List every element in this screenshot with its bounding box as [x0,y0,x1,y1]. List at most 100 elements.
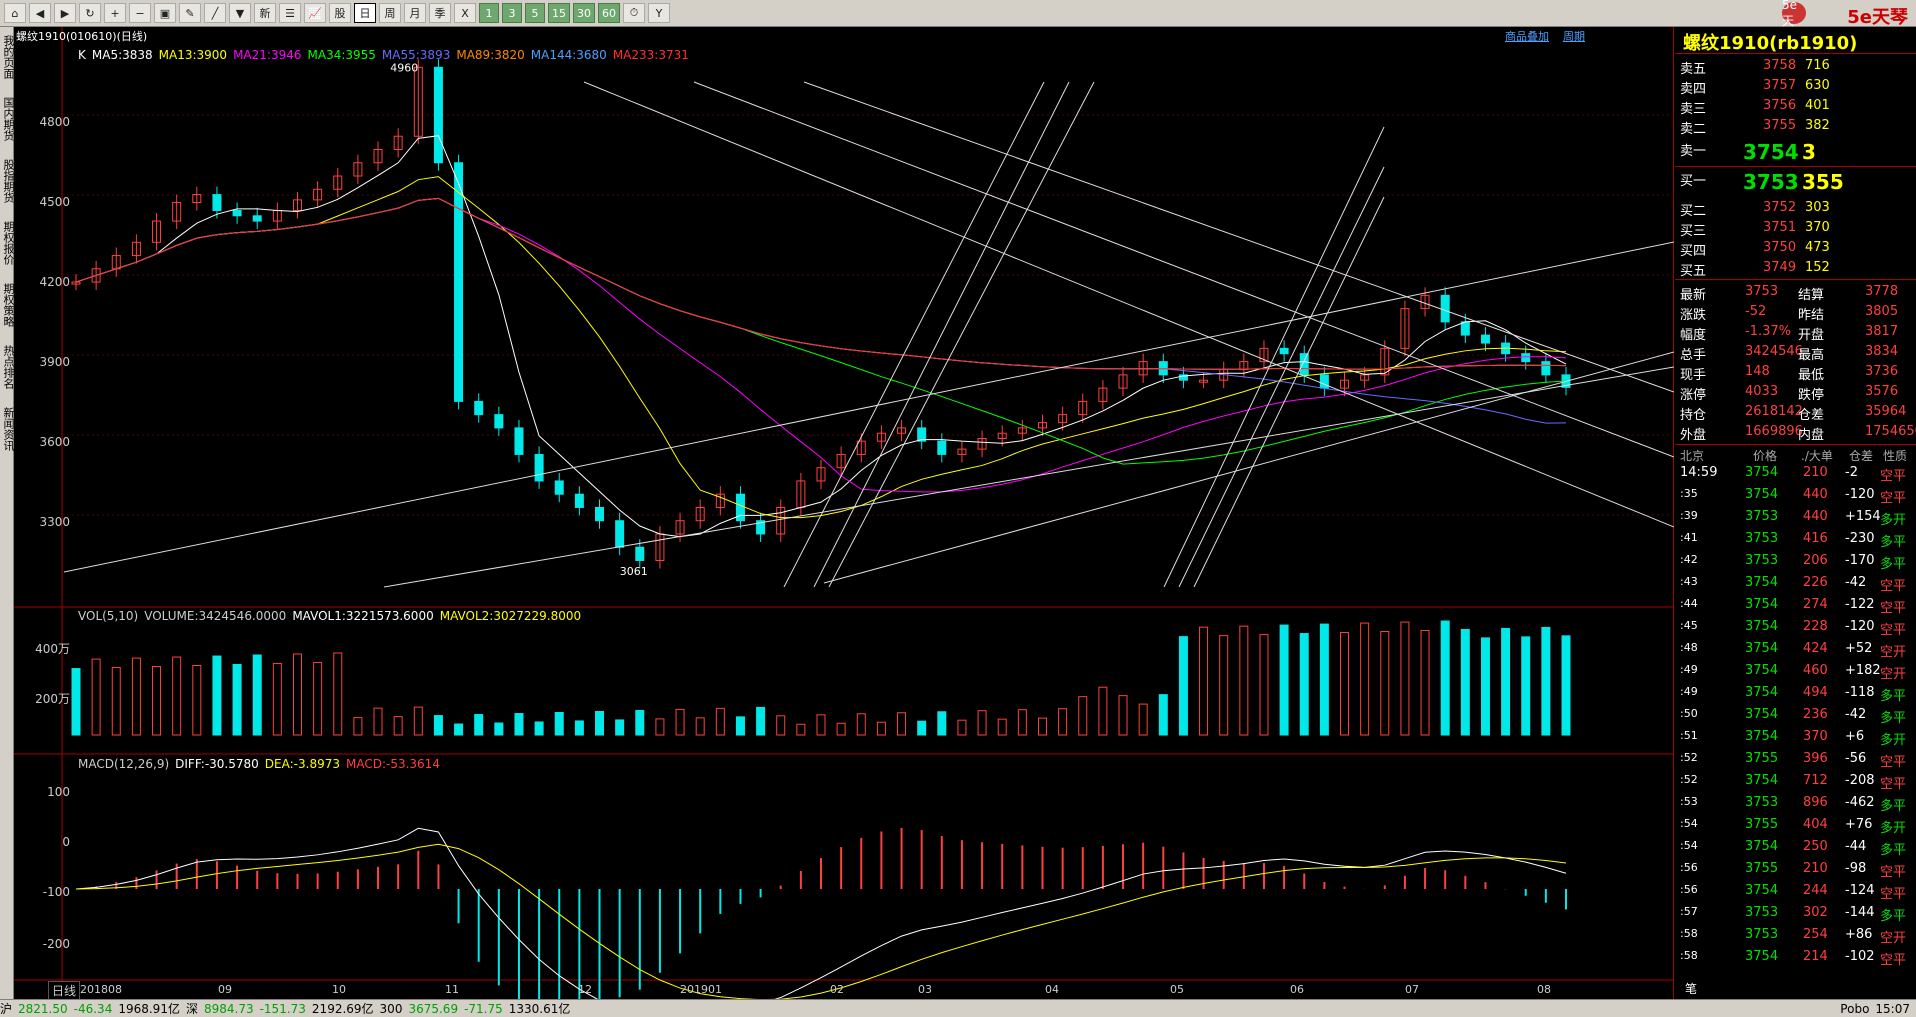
volume-bar [1239,625,1249,736]
trend-line [823,351,1675,584]
x-tick: 12 [578,983,592,996]
chart-area[interactable]: 4960 3061 [14,27,1675,1017]
toolbar-btn-60[interactable]: 60 [598,3,620,23]
price-tick: 3600 [39,435,70,449]
left-tab-0[interactable]: 我的页面 [0,35,15,79]
quote-row: 卖三 3756 401 [1680,98,1830,117]
volume-bar [1017,709,1027,736]
toolbar-btn-新[interactable]: 新 [254,3,276,23]
x-tick: 201808 [80,983,122,996]
volume-bar [1219,635,1229,736]
line-icon[interactable]: ╱ [204,3,226,23]
toolbar-btn-30[interactable]: 30 [573,3,595,23]
volume-bar [252,654,262,736]
toolbar-btn-5[interactable]: 5 [525,3,545,23]
home-icon[interactable]: ⌂ [4,3,26,23]
toolbar: ⌂ ◀ ▶ ↻ + − ▣ ✎ ╱ ▼ 新 ☰ 📈 股日周月季 X 1 3 5 15 30 60 ⏱ Y [0,0,1916,27]
toolbar-btn-3[interactable]: 3 [502,3,522,23]
link-商品叠加[interactable]: 商品叠加 [1505,30,1549,43]
trend-line [63,241,1675,573]
candle-body [1440,294,1450,323]
toolbar-btn-周[interactable]: 周 [379,3,401,23]
status-bar: 沪 2821.50 -46.34 1968.91亿深 8984.73 -151.73 219… [0,999,1916,1017]
tick-row: :51 3754 370 +6 多开 [1680,729,1907,748]
toolbar-btn-1[interactable]: 1 [479,3,499,23]
list-icon[interactable]: ☰ [279,3,301,23]
left-tab-3[interactable]: 期权报价 [0,221,15,265]
candle-body [1299,353,1309,376]
trend-line [783,81,1045,588]
toolbar-btn-15[interactable]: 15 [548,3,570,23]
volume-bar [292,653,302,736]
quote-panel: 螺纹1910(rb1910) 卖五 3758 716 卖四 3757 630 卖三 3756 4… [1675,27,1916,999]
candle-body [534,453,544,482]
volume-bar [1400,621,1410,736]
volume-bar [937,711,947,736]
x-tick: 06 [1290,983,1304,996]
x-tick: 201901 [680,983,722,996]
diff-line [75,827,1567,1017]
volume-bar [413,706,423,736]
back-icon[interactable]: ◀ [29,3,51,23]
volume-bar [454,723,464,736]
quote-row: 持仓 2618142 仓差 35964 [1680,404,1907,423]
clock: 15:07 [1875,1001,1910,1016]
left-sidebar: 我的页面 国内期货 股指期货 期权报价 期权策略 热点排名 新闻资讯 [0,27,15,999]
tick-row: :45 3754 228 -120 空平 [1680,619,1907,638]
zoom-out-icon[interactable]: − [129,3,151,23]
period-label[interactable]: 日线 [48,981,81,1000]
candle-body [937,440,947,455]
left-tab-4[interactable]: 期权策略 [0,283,15,327]
ma-legend-item: MA89:3820 [456,48,525,62]
volume-bar [353,717,363,736]
link-周期[interactable]: 周期 [1563,30,1585,43]
candle-body [574,493,584,508]
x-tick: 04 [1045,983,1059,996]
volume-bar [393,716,403,736]
volume-bar [534,721,544,736]
volume-bar [1037,717,1047,736]
candle-body [474,400,484,416]
filter-icon[interactable]: ▼ [229,3,251,23]
zoom-in-icon[interactable]: + [104,3,126,23]
toolbar-btn-Y[interactable]: Y [648,3,670,23]
tick-row: :54 3755 404 +76 多开 [1680,817,1907,836]
chart-icon[interactable]: 📈 [304,3,326,23]
macd-tick: 0 [62,835,70,849]
volume-legend: VOL(5,10) VOLUME:3424546.0000 MAVOL1:32215… [78,609,587,623]
volume-bar [1501,627,1511,736]
tick-row: :41 3753 416 -230 多平 [1680,531,1907,550]
x-tick: 03 [918,983,932,996]
tick-row: :43 3754 226 -42 空平 [1680,575,1907,594]
toolbar-btn-股[interactable]: 股 [329,3,351,23]
volume-bar [856,713,866,736]
toolbar-btn-X[interactable]: X [454,3,476,23]
chart-links: 商品叠加 周期 [1505,28,1599,44]
volume-bar [1199,626,1209,736]
chart-canvas[interactable]: 4960 3061 [14,27,1675,1017]
volume-bar [574,720,584,736]
tick-icon[interactable]: ⏱ [623,3,645,23]
quote-row: 买二 3752 303 [1680,200,1830,219]
refresh-icon[interactable]: ↻ [79,3,101,23]
toolbar-btn-月[interactable]: 月 [404,3,426,23]
volume-bar [897,712,907,736]
toolbar-btn-季[interactable]: 季 [429,3,451,23]
forward-icon[interactable]: ▶ [54,3,76,23]
toolbar-btn-日[interactable]: 日 [354,3,376,23]
candle-body [514,427,524,455]
tick-row: :52 3754 712 -208 空平 [1680,773,1907,792]
tick-row: :58 3753 254 +86 空开 [1680,927,1907,946]
ma-legend-item: MA13:3900 [158,48,228,62]
macd-tick: -100 [42,885,70,899]
index-value: 2821.50 [18,1001,68,1016]
volume-bar [1561,635,1571,736]
copy-icon[interactable]: ▣ [154,3,176,23]
ma-legend-item: MA34:3955 [307,48,376,62]
tick-row: :54 3754 250 -44 多平 [1680,839,1907,858]
volume-bar [675,708,685,736]
candle-body [433,66,443,164]
draw-icon[interactable]: ✎ [179,3,201,23]
tick-row: :35 3754 440 -120 空平 [1680,487,1907,506]
vol-legend-item: MAVOL1:3221573.6000 [292,609,434,623]
